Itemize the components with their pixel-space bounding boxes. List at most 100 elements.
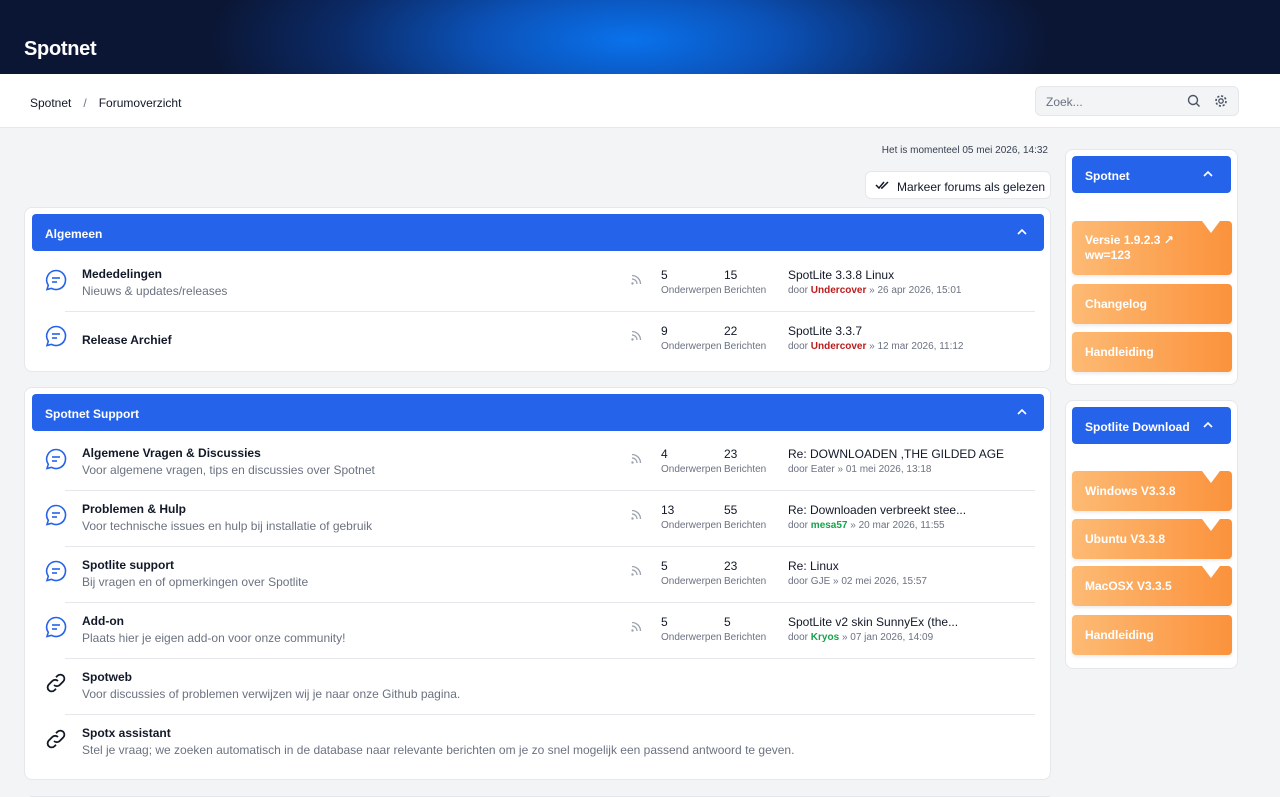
gear-icon[interactable] [1213, 93, 1229, 109]
forum-chat-icon [45, 325, 67, 347]
search-box[interactable]: Zoek... [1035, 86, 1239, 116]
forum-chat-icon [45, 269, 67, 291]
topic-label: Onderwerpen [661, 285, 722, 296]
rss-icon[interactable] [630, 509, 642, 521]
post-count: 23 [724, 559, 738, 573]
download-ubuntu-label: Ubuntu V3.3.8 [1085, 532, 1166, 546]
last-post-date: » 02 mei 2026, 15:57 [833, 576, 927, 587]
last-post-title[interactable]: Re: Downloaden verbreekt stee... [788, 503, 966, 517]
topic-count: 9 [661, 324, 668, 338]
post-label: Berichten [724, 576, 767, 587]
version-button[interactable]: Versie 1.9.2.3 ↗ ww=123 [1072, 221, 1232, 275]
forum-chat-icon [45, 616, 67, 638]
last-post-date: » 07 jan 2026, 14:09 [841, 632, 934, 643]
last-post-user[interactable]: Kryos [811, 632, 839, 643]
chevron-up-icon[interactable] [1202, 168, 1214, 180]
forum-title[interactable]: Spotx assistant [82, 726, 171, 740]
category-header[interactable]: Spotnet Support [32, 394, 1044, 431]
breadcrumb-home[interactable]: Spotnet [30, 96, 71, 110]
topic-label: Onderwerpen [661, 464, 722, 475]
forum-title[interactable]: Add-on [82, 614, 124, 628]
by-label: door [788, 520, 809, 531]
chevron-up-icon[interactable] [1016, 226, 1028, 238]
by-label: door [788, 632, 809, 643]
ribbon-notch [1202, 566, 1220, 578]
link-icon [46, 729, 66, 749]
site-brand[interactable]: Spotnet [24, 38, 97, 61]
rss-icon[interactable] [630, 621, 642, 633]
forum-row[interactable]: Release Archief 9 Onderwerpen 22 Bericht… [41, 312, 1035, 368]
category-spotnet-support: Spotnet Support Algemene Vragen & Discus… [24, 387, 1051, 780]
forum-description: Voor technische issues en hulp bij insta… [82, 519, 373, 533]
category-header[interactable]: Algemeen [32, 214, 1044, 251]
site-header: Spotnet [0, 0, 1280, 74]
forum-title[interactable]: Spotlite support [82, 558, 174, 572]
ribbon-notch [1202, 221, 1220, 233]
last-post-user[interactable]: GJE [811, 576, 830, 587]
breadcrumb-bar: Spotnet / Forumoverzicht Zoek... [0, 74, 1280, 128]
search-input[interactable]: Zoek... [1046, 95, 1083, 109]
last-post-meta: door mesa57 » 20 mar 2026, 11:55 [788, 520, 945, 531]
last-post-title[interactable]: Re: Linux [788, 559, 839, 573]
forum-title[interactable]: Spotweb [82, 670, 132, 684]
forum-title[interactable]: Release Archief [82, 333, 172, 347]
forum-title[interactable]: Problemen & Hulp [82, 502, 186, 516]
sidebar-spotnet: Spotnet Versie 1.9.2.3 ↗ ww=123 Changelog… [1065, 149, 1238, 385]
changelog-button[interactable]: Changelog [1072, 284, 1232, 324]
sidebar-header[interactable]: Spotnet [1072, 156, 1231, 193]
topic-label: Onderwerpen [661, 341, 722, 352]
forum-row[interactable]: Add-on Plaats hier je eigen add-on voor … [41, 603, 1035, 659]
sidebar-spotlite-download: Spotlite Download Windows V3.3.8 Ubuntu … [1065, 400, 1238, 669]
last-post-date: » 26 apr 2026, 15:01 [869, 285, 962, 296]
last-post-title[interactable]: SpotLite 3.3.8 Linux [788, 268, 894, 282]
current-time: Het is momenteel 05 mei 2026, 14:32 [881, 145, 1048, 156]
forum-title[interactable]: Algemene Vragen & Discussies [82, 446, 261, 460]
last-post-user[interactable]: mesa57 [811, 520, 848, 531]
by-label: door [788, 285, 809, 296]
sidebar-title: Spotlite Download [1085, 420, 1190, 434]
breadcrumb: Spotnet / Forumoverzicht [30, 96, 181, 110]
sidebar-title: Spotnet [1085, 169, 1130, 183]
forum-row[interactable]: Mededelingen Nieuws & updates/releases 5… [41, 256, 1035, 312]
rss-icon[interactable] [630, 453, 642, 465]
post-label: Berichten [724, 341, 767, 352]
breadcrumb-current[interactable]: Forumoverzicht [99, 96, 182, 110]
ribbon-notch [1202, 519, 1220, 531]
forum-title[interactable]: Mededelingen [82, 267, 162, 281]
category-algemeen: Algemeen Mededelingen Nieuws & updates/r… [24, 207, 1051, 372]
chevron-up-icon[interactable] [1202, 419, 1214, 431]
forum-description: Bij vragen en of opmerkingen over Spotli… [82, 575, 309, 589]
download-manual-button[interactable]: Handleiding [1072, 615, 1232, 655]
forum-description: Voor discussies of problemen verwijzen w… [82, 687, 461, 701]
topic-count: 5 [661, 615, 668, 629]
rss-icon[interactable] [630, 274, 642, 286]
mark-forums-read-button[interactable]: Markeer forums als gelezen [865, 171, 1051, 199]
last-post-user[interactable]: Undercover [811, 341, 867, 352]
version-label: Versie 1.9.2.3 ↗ ww=123 [1085, 233, 1174, 263]
last-post-title[interactable]: Re: DOWNLOADEN ,THE GILDED AGE [788, 447, 1004, 461]
download-windows-button[interactable]: Windows V3.3.8 [1072, 471, 1232, 511]
download-ubuntu-button[interactable]: Ubuntu V3.3.8 [1072, 519, 1232, 559]
forum-description: Stel je vraag; we zoeken automatisch in … [82, 743, 795, 757]
rss-icon[interactable] [630, 330, 642, 342]
chevron-up-icon[interactable] [1016, 406, 1028, 418]
last-post-user[interactable]: Undercover [811, 285, 867, 296]
download-macos-button[interactable]: MacOSX V3.3.5 [1072, 566, 1232, 606]
post-count: 5 [724, 615, 731, 629]
forum-row[interactable]: Algemene Vragen & Discussies Voor algeme… [41, 435, 1035, 491]
rss-icon[interactable] [630, 565, 642, 577]
forum-row[interactable]: Problemen & Hulp Voor technische issues … [41, 491, 1035, 547]
forum-link-row[interactable]: Spotx assistant Stel je vraag; we zoeken… [41, 715, 1035, 771]
last-post-title[interactable]: SpotLite v2 skin SunnyEx (the... [788, 615, 958, 629]
last-post-date: » 01 mei 2026, 13:18 [837, 464, 932, 475]
sidebar-header[interactable]: Spotlite Download [1072, 407, 1231, 444]
search-icon[interactable] [1186, 93, 1202, 109]
last-post-meta: door Undercover » 26 apr 2026, 15:01 [788, 285, 961, 296]
manual-button[interactable]: Handleiding [1072, 332, 1232, 372]
last-post-user[interactable]: Eater [811, 464, 835, 475]
last-post-meta: door Eater » 01 mei 2026, 13:18 [788, 464, 931, 475]
double-check-icon [875, 181, 889, 190]
last-post-title[interactable]: SpotLite 3.3.7 [788, 324, 862, 338]
forum-link-row[interactable]: Spotweb Voor discussies of problemen ver… [41, 659, 1035, 715]
forum-row[interactable]: Spotlite support Bij vragen en of opmerk… [41, 547, 1035, 603]
